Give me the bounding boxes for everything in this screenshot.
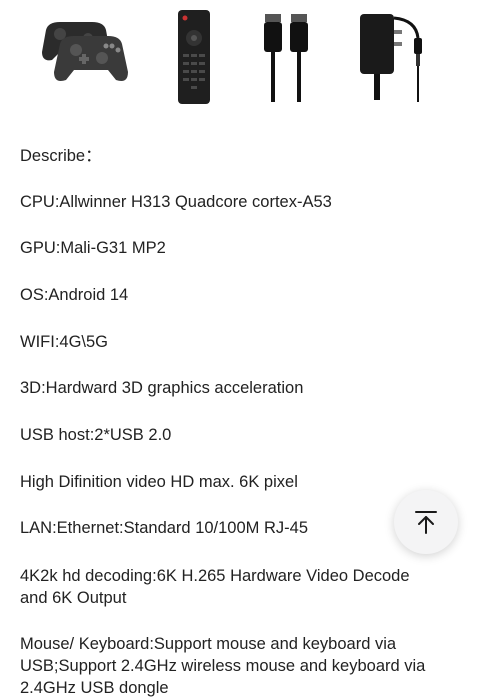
describe-heading: Describe： [20, 147, 102, 165]
spec-usb: USB host:2*USB 2.0 [20, 426, 172, 444]
spec-decoding-line1: 4K2k hd decoding:6K H.265 Hardware Video… [20, 567, 410, 585]
spec-mouse-line1: Mouse/ Keyboard:Support mouse and keyboa… [20, 635, 397, 653]
spec-os: OS:Android 14 [20, 286, 129, 304]
spec-lan: LAN:Ethernet:Standard 10/100M RJ-45 [20, 519, 309, 537]
scroll-to-top-button[interactable] [394, 490, 458, 554]
spec-cpu: CPU:Allwinner H313 Quadcore cortex-A53 [20, 193, 332, 211]
spec-wifi: WIFI:4G\5G [20, 333, 109, 351]
power-adapter-icon [360, 14, 422, 102]
remote-icon [178, 10, 210, 104]
accessory-images-row [0, 0, 479, 112]
spec-gpu: GPU:Mali-G31 MP2 [20, 239, 166, 257]
arrow-up-to-top-icon [415, 511, 437, 534]
spec-mouse-line2: USB;Support 2.4GHz wireless mouse and ke… [20, 657, 426, 675]
spec-video: High Difinition video HD max. 6K pixel [20, 473, 298, 491]
spec-3d-graphics: 3D:Hardward 3D graphics acceleration [20, 379, 304, 397]
gamepad-icon [42, 22, 128, 81]
spec-mouse-line3: 2.4GHz USB dongle [20, 679, 169, 697]
spec-decoding-line2: and 6K Output [20, 589, 127, 607]
hdmi-cable-icon [264, 14, 308, 102]
